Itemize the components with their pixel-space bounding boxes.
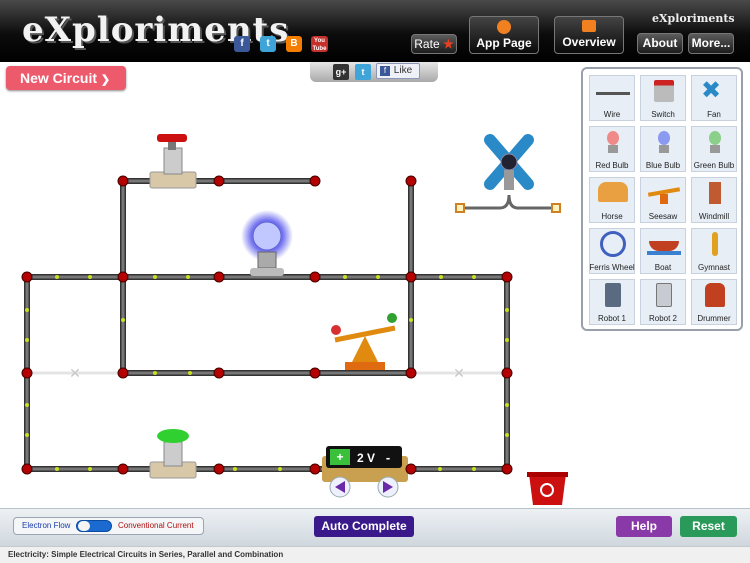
palette-item-seesaw[interactable]: Seesaw [640,177,686,223]
switch-icon [654,80,674,102]
node[interactable] [501,367,513,379]
node[interactable] [213,367,225,379]
green-bulb-icon [709,131,721,145]
fan-icon: ✖ [701,77,722,104]
horse-icon [598,182,628,202]
palette-item-gymnast[interactable]: Gymnast [691,228,737,274]
electron-flow-label: Electron Flow [22,521,71,530]
robot-2-icon [656,283,672,307]
palette-item-red-bulb[interactable]: Red Bulb [589,126,635,172]
wire-icon [596,92,630,95]
trash-icon[interactable] [527,472,568,505]
voltage-up-button[interactable] [377,476,399,498]
switch-red[interactable] [149,134,197,189]
direction-switch[interactable] [76,520,112,532]
windmill-icon [709,182,721,204]
remove-x-icon[interactable]: ✕ [69,366,81,382]
blue-bulb-icon [658,131,670,145]
node[interactable] [405,463,417,475]
battery-plus: + [336,450,343,464]
node[interactable] [405,367,417,379]
palette-item-windmill[interactable]: Windmill [691,177,737,223]
battery[interactable]: + 2 V - [322,446,408,482]
boat-icon [649,241,679,251]
help-button[interactable]: Help [616,516,672,537]
palette-item-switch[interactable]: Switch [640,75,686,121]
node[interactable] [309,271,321,283]
gymnast-icon [712,232,718,256]
palette-item-green-bulb[interactable]: Green Bulb [691,126,737,172]
seesaw[interactable] [331,313,397,370]
wire[interactable] [123,370,411,376]
palette-item-wire[interactable]: Wire [589,75,635,121]
palette-item-blue-bulb[interactable]: Blue Bulb [640,126,686,172]
palette-item-horse[interactable]: Horse [589,177,635,223]
wire[interactable] [27,466,507,472]
node[interactable] [309,175,321,187]
node[interactable] [309,463,321,475]
node[interactable] [213,271,225,283]
blue-bulb[interactable] [241,210,293,276]
node[interactable] [405,271,417,283]
palette-item-drummer[interactable]: Drummer [691,279,737,325]
palette-item-boat[interactable]: Boat [640,228,686,274]
reset-button[interactable]: Reset [680,516,737,537]
switch-green[interactable] [149,429,197,479]
ferris-wheel-icon [600,231,626,257]
palette-item-robot-2[interactable]: Robot 2 [640,279,686,325]
node[interactable] [405,175,417,187]
current-direction-toggle[interactable]: Electron Flow Conventional Current [13,517,204,535]
auto-complete-button[interactable]: Auto Complete [314,516,414,537]
node[interactable] [117,367,129,379]
node[interactable] [309,367,321,379]
drummer-icon [705,283,725,307]
red-bulb-icon [607,131,619,145]
node[interactable] [117,175,129,187]
component-palette: Wire Switch ✖ Fan Red Bulb Blue Bulb Gre… [581,67,743,331]
fan[interactable] [455,134,561,213]
node[interactable] [21,271,33,283]
battery-minus: - [386,450,390,465]
node[interactable] [117,463,129,475]
node[interactable] [21,463,33,475]
node[interactable] [213,463,225,475]
node[interactable] [213,175,225,187]
node[interactable] [21,367,33,379]
battery-voltage: 2 V [357,451,375,465]
voltage-down-button[interactable] [329,476,351,498]
footer-caption: Electricity: Simple Electrical Circuits … [0,546,750,563]
remove-x-icon[interactable]: ✕ [453,366,465,382]
node[interactable] [501,463,513,475]
palette-item-robot-1[interactable]: Robot 1 [589,279,635,325]
robot-1-icon [605,283,621,307]
palette-item-ferris-wheel[interactable]: Ferris Wheel [589,228,635,274]
palette-item-fan[interactable]: ✖ Fan [691,75,737,121]
conventional-current-label: Conventional Current [118,521,194,530]
node[interactable] [117,271,129,283]
node[interactable] [501,271,513,283]
